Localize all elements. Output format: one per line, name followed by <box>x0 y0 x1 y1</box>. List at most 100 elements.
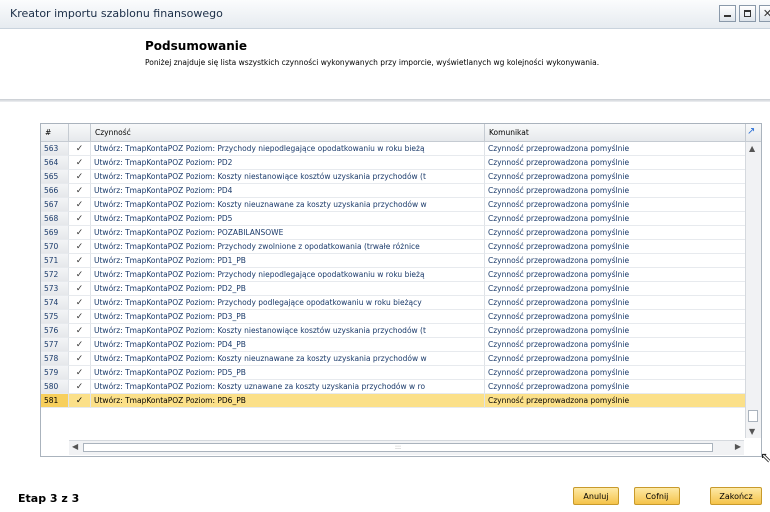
row-action: Utwórz: TmapKontaPOZ Poziom: Przychody n… <box>91 268 485 282</box>
summary-grid: # Czynność Komunikat ↗ 563 ✓ Utwórz: TmapK… <box>40 123 762 457</box>
row-message: Czynność przeprowadzona pomyślnie <box>485 366 746 380</box>
table-row[interactable]: 564 ✓ Utwórz: TmapKontaPOZ Poziom: PD2 Czyn… <box>41 156 746 170</box>
table-row[interactable]: 569 ✓ Utwórz: TmapKontaPOZ Poziom: POZABIL… <box>41 226 746 240</box>
table-row[interactable]: 572 ✓ Utwórz: TmapKontaPOZ Poziom: Przycho… <box>41 268 746 282</box>
check-icon: ✓ <box>69 338 91 352</box>
window-title: Kreator importu szablonu finansowego <box>10 7 223 20</box>
row-message: Czynność przeprowadzona pomyślnie <box>485 226 746 240</box>
check-icon: ✓ <box>69 324 91 338</box>
scroll-left-icon[interactable]: ◀ <box>72 442 78 451</box>
grid-header: # Czynność Komunikat ↗ <box>41 124 761 142</box>
row-action: Utwórz: TmapKontaPOZ Poziom: Przychody p… <box>91 296 485 310</box>
row-number: 569 <box>41 226 69 240</box>
row-number: 566 <box>41 184 69 198</box>
column-header-action[interactable]: Czynność <box>91 124 485 141</box>
row-action: Utwórz: TmapKontaPOZ Poziom: PD4_PB <box>91 338 485 352</box>
row-number: 564 <box>41 156 69 170</box>
table-row[interactable]: 568 ✓ Utwórz: TmapKontaPOZ Poziom: PD5 Czyn… <box>41 212 746 226</box>
check-icon: ✓ <box>69 156 91 170</box>
title-bar: Kreator importu szablonu finansowego ✕ <box>0 0 770 29</box>
table-row[interactable]: 579 ✓ Utwórz: TmapKontaPOZ Poziom: PD5_PB C… <box>41 366 746 380</box>
row-number: 563 <box>41 142 69 156</box>
scroll-down-icon[interactable]: ▼ <box>749 427 755 436</box>
table-row[interactable]: 566 ✓ Utwórz: TmapKontaPOZ Poziom: PD4 Czyn… <box>41 184 746 198</box>
back-button[interactable]: Cofnij <box>634 487 680 505</box>
vertical-scroll-thumb[interactable] <box>748 410 758 422</box>
row-number: 580 <box>41 380 69 394</box>
table-row[interactable]: 577 ✓ Utwórz: TmapKontaPOZ Poziom: PD4_PB C… <box>41 338 746 352</box>
check-icon: ✓ <box>69 170 91 184</box>
row-message: Czynność przeprowadzona pomyślnie <box>485 198 746 212</box>
check-icon: ✓ <box>69 268 91 282</box>
table-row[interactable]: 573 ✓ Utwórz: TmapKontaPOZ Poziom: PD2_PB C… <box>41 282 746 296</box>
horizontal-scroll-thumb[interactable]: ::: <box>83 443 713 452</box>
check-icon: ✓ <box>69 198 91 212</box>
check-icon: ✓ <box>69 212 91 226</box>
row-action: Utwórz: TmapKontaPOZ Poziom: PD2_PB <box>91 282 485 296</box>
column-header-status[interactable] <box>69 124 91 141</box>
row-number: 573 <box>41 282 69 296</box>
table-row[interactable]: 580 ✓ Utwórz: TmapKontaPOZ Poziom: Koszty … <box>41 380 746 394</box>
row-action: Utwórz: TmapKontaPOZ Poziom: PD5 <box>91 212 485 226</box>
table-row[interactable]: 575 ✓ Utwórz: TmapKontaPOZ Poziom: PD3_PB C… <box>41 310 746 324</box>
window-controls: ✕ <box>719 5 770 22</box>
row-action: Utwórz: TmapKontaPOZ Poziom: Przychody n… <box>91 142 485 156</box>
table-row[interactable]: 565 ✓ Utwórz: TmapKontaPOZ Poziom: Koszty … <box>41 170 746 184</box>
row-number: 575 <box>41 310 69 324</box>
column-header-num[interactable]: # <box>41 124 69 141</box>
row-action: Utwórz: TmapKontaPOZ Poziom: PD5_PB <box>91 366 485 380</box>
row-action: Utwórz: TmapKontaPOZ Poziom: Koszty uzna… <box>91 380 485 394</box>
table-row[interactable]: 576 ✓ Utwórz: TmapKontaPOZ Poziom: Koszty … <box>41 324 746 338</box>
row-action: Utwórz: TmapKontaPOZ Poziom: PD1_PB <box>91 254 485 268</box>
minimize-button[interactable] <box>719 5 736 22</box>
row-action: Utwórz: TmapKontaPOZ Poziom: PD2 <box>91 156 485 170</box>
row-number: 581 <box>41 394 69 408</box>
row-message: Czynność przeprowadzona pomyślnie <box>485 156 746 170</box>
row-number: 568 <box>41 212 69 226</box>
row-message: Czynność przeprowadzona pomyślnie <box>485 240 746 254</box>
finish-button[interactable]: Zakończ <box>710 487 762 505</box>
row-number: 579 <box>41 366 69 380</box>
table-row[interactable]: 567 ✓ Utwórz: TmapKontaPOZ Poziom: Koszty … <box>41 198 746 212</box>
row-action: Utwórz: TmapKontaPOZ Poziom: PD6_PB <box>91 394 485 408</box>
check-icon: ✓ <box>69 380 91 394</box>
scroll-right-icon[interactable]: ▶ <box>735 442 741 451</box>
page-title: Podsumowanie <box>145 39 248 53</box>
row-number: 570 <box>41 240 69 254</box>
wizard-header: Podsumowanie Poniżej znajduje się lista … <box>0 29 770 99</box>
row-number: 574 <box>41 296 69 310</box>
close-icon: ✕ <box>762 7 770 20</box>
check-icon: ✓ <box>69 366 91 380</box>
check-icon: ✓ <box>69 310 91 324</box>
table-row[interactable]: 574 ✓ Utwórz: TmapKontaPOZ Poziom: Przycho… <box>41 296 746 310</box>
row-message: Czynność przeprowadzona pomyślnie <box>485 142 746 156</box>
vertical-scrollbar[interactable]: ▲ ▼ <box>745 142 761 438</box>
table-row[interactable]: 570 ✓ Utwórz: TmapKontaPOZ Poziom: Przycho… <box>41 240 746 254</box>
horizontal-scrollbar[interactable]: ◀ ::: ▶ <box>69 440 744 455</box>
column-header-message[interactable]: Komunikat <box>485 124 746 141</box>
scroll-up-icon[interactable]: ▲ <box>749 144 755 153</box>
row-number: 571 <box>41 254 69 268</box>
maximize-button[interactable] <box>739 5 756 22</box>
expand-icon[interactable]: ↗ <box>747 127 757 137</box>
row-action: Utwórz: TmapKontaPOZ Poziom: Koszty nieu… <box>91 352 485 366</box>
check-icon: ✓ <box>69 352 91 366</box>
table-row[interactable]: 571 ✓ Utwórz: TmapKontaPOZ Poziom: PD1_PB C… <box>41 254 746 268</box>
check-icon: ✓ <box>69 254 91 268</box>
table-row[interactable]: 581 ✓ Utwórz: TmapKontaPOZ Poziom: PD6_PB C… <box>41 394 746 408</box>
row-message: Czynność przeprowadzona pomyślnie <box>485 184 746 198</box>
check-icon: ✓ <box>69 296 91 310</box>
row-action: Utwórz: TmapKontaPOZ Poziom: POZABILANSO… <box>91 226 485 240</box>
table-row[interactable]: 578 ✓ Utwórz: TmapKontaPOZ Poziom: Koszty … <box>41 352 746 366</box>
row-action: Utwórz: TmapKontaPOZ Poziom: Koszty nies… <box>91 324 485 338</box>
check-icon: ✓ <box>69 142 91 156</box>
row-message: Czynność przeprowadzona pomyślnie <box>485 394 746 408</box>
row-action: Utwórz: TmapKontaPOZ Poziom: Przychody z… <box>91 240 485 254</box>
row-number: 576 <box>41 324 69 338</box>
cancel-button[interactable]: Anuluj <box>573 487 619 505</box>
row-message: Czynność przeprowadzona pomyślnie <box>485 380 746 394</box>
step-indicator: Etap 3 z 3 <box>18 492 80 505</box>
table-row[interactable]: 563 ✓ Utwórz: TmapKontaPOZ Poziom: Przycho… <box>41 142 746 156</box>
close-button[interactable]: ✕ <box>759 5 770 22</box>
row-action: Utwórz: TmapKontaPOZ Poziom: PD3_PB <box>91 310 485 324</box>
